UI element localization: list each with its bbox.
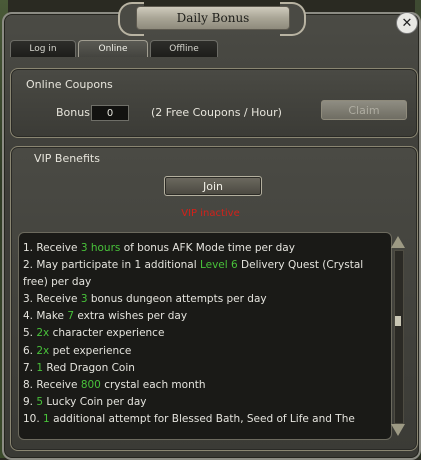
list-item: 10. 1 additional attempt for Blessed Bat… [23,412,355,425]
tab-online[interactable]: Online [78,40,148,57]
list-item: 9. 5 Lucky Coin per day [23,395,147,408]
list-item: 6. 2x pet experience [23,344,132,357]
list-item: 5. 2x character experience [23,327,165,340]
online-coupons-heading: Online Coupons [26,78,113,91]
vip-status: VIP inactive [181,208,240,219]
scroll-track[interactable] [394,250,404,424]
coupon-rate-text: (2 Free Coupons / Hour) [151,106,282,119]
claim-button[interactable]: Claim [321,100,407,120]
tab-bar: Log in Online Offline [10,40,220,58]
bonus-label: Bonus [56,106,90,119]
list-item: 7. 1 Red Dragon Coin [23,361,135,374]
window-title-box: Daily Bonus [136,6,290,30]
scroll-down-arrow-icon[interactable] [391,424,405,436]
tab-label: Offline [169,44,199,54]
list-item: 4. Make 7 extra wishes per day [23,310,188,323]
close-button[interactable]: ✕ [396,12,418,34]
scrollbar[interactable] [390,236,406,436]
tab-log-in[interactable]: Log in [10,40,76,57]
join-button[interactable]: Join [164,176,262,196]
list-item: 2. May participate in 1 additional Level… [23,259,364,272]
vip-benefits-list[interactable]: 1. Receive 3 hours of bonus AFK Mode tim… [18,232,392,440]
tab-label: Log in [29,44,57,54]
list-item: free) per day [23,276,92,289]
tab-label: Online [98,44,128,54]
list-item: 3. Receive 3 bonus dungeon attempts per … [23,293,267,306]
vip-benefits-heading: VIP Benefits [34,152,100,165]
tab-offline[interactable]: Offline [150,40,218,57]
window-title: Daily Bonus [176,11,250,25]
claim-label: Claim [348,103,380,117]
bonus-value: 0 [91,105,129,121]
list-item: 1. Receive 3 hours of bonus AFK Mode tim… [23,242,295,254]
scroll-up-arrow-icon[interactable] [391,236,405,248]
join-label: Join [202,179,223,193]
scroll-thumb[interactable] [395,316,401,326]
title-plate: Daily Bonus [118,0,306,36]
close-icon: ✕ [401,15,413,31]
list-item: 8. Receive 800 crystal each month [23,378,206,391]
